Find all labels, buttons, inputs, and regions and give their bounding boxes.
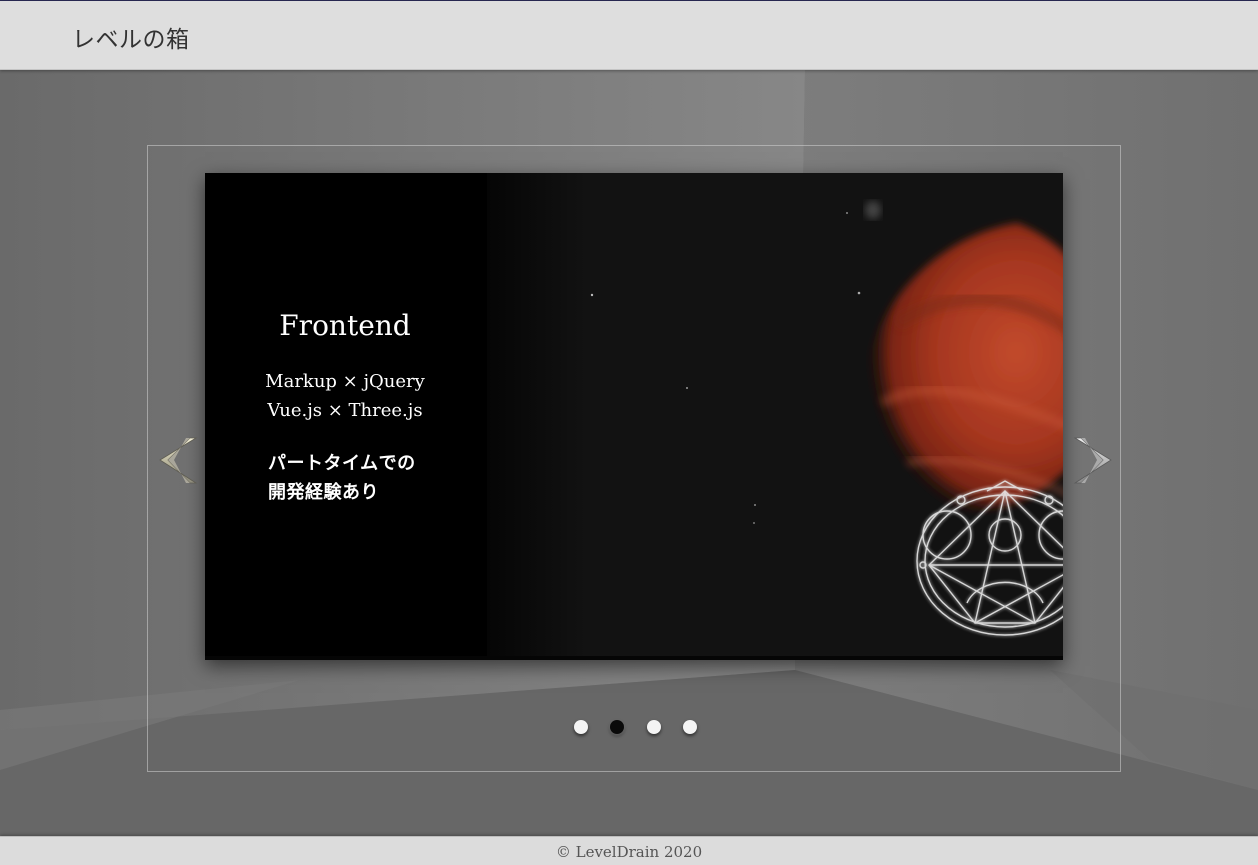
experience-line-2: 開発経験あり bbox=[268, 482, 379, 503]
skill-line-2: Vue.js × Three.js bbox=[267, 400, 423, 421]
copyright-text: © LevelDrain 2020 bbox=[555, 843, 703, 861]
next-slide-button[interactable] bbox=[1071, 436, 1115, 486]
site-title[interactable]: レベルの箱 bbox=[72, 20, 190, 54]
prev-slide-button[interactable] bbox=[156, 436, 200, 486]
slide-bottom-edge bbox=[205, 656, 1063, 660]
pagination-dot-1[interactable] bbox=[574, 720, 588, 734]
pagination-dot-4[interactable] bbox=[683, 720, 697, 734]
experience-line-1: パートタイムでの bbox=[268, 453, 416, 474]
carousel-pagination bbox=[572, 720, 702, 736]
red-planet-magic-circle-image bbox=[590, 201, 1063, 636]
carousel-slide: Frontend Markup × jQuery Vue.js × Three.… bbox=[205, 173, 1063, 660]
pagination-dot-3[interactable] bbox=[647, 720, 661, 734]
slide-heading: Frontend bbox=[279, 309, 411, 342]
red-planet bbox=[862, 223, 1063, 511]
skill-line-1: Markup × jQuery bbox=[265, 371, 425, 392]
site-header: レベルの箱 bbox=[0, 1, 1258, 70]
chevron-left-icon bbox=[159, 437, 198, 484]
pagination-dot-2-active[interactable] bbox=[610, 720, 624, 734]
chevron-right-icon bbox=[1073, 437, 1112, 484]
site-footer: © LevelDrain 2020 bbox=[0, 836, 1258, 865]
